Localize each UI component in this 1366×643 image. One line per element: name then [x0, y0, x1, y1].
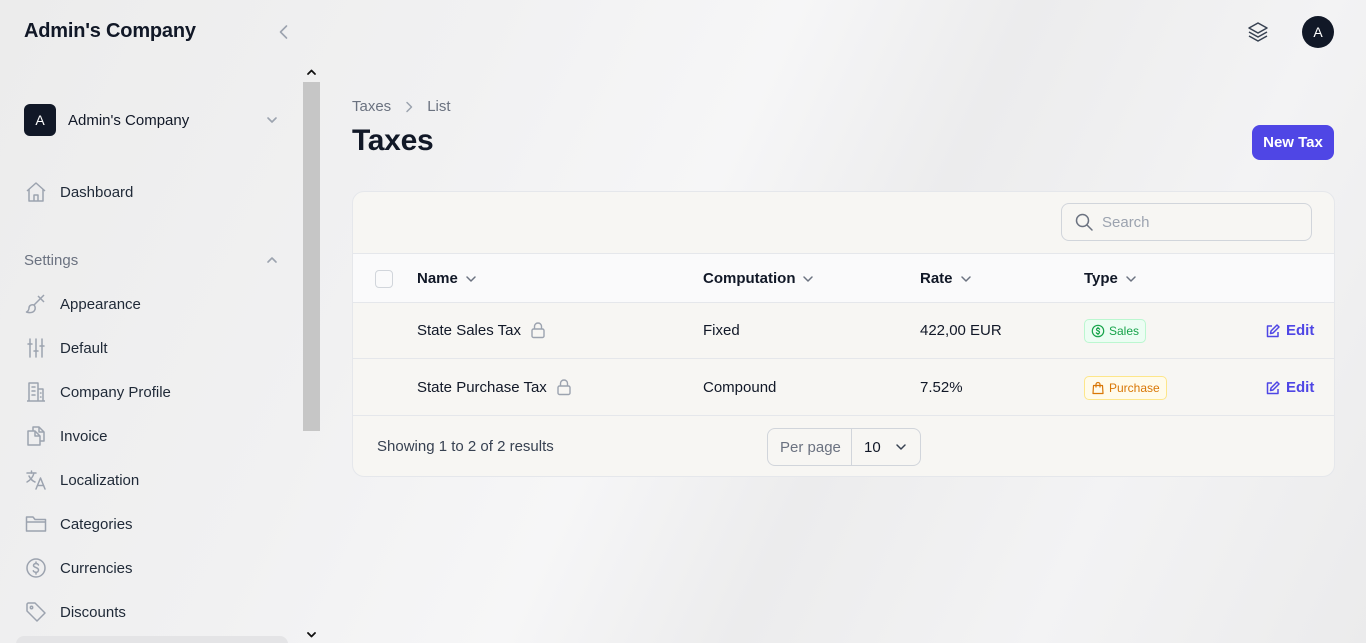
company-avatar: A — [24, 104, 56, 136]
status-badge: Purchase — [1084, 376, 1167, 400]
search-input[interactable] — [1102, 213, 1292, 231]
column-header-rate[interactable]: Rate — [920, 270, 973, 287]
column-header-label: Computation — [703, 270, 796, 287]
edit-button[interactable]: Edit — [1266, 379, 1314, 396]
taxes-table-card: Name Computation Rate Type State Sales T… — [352, 191, 1335, 477]
sidebar-item-default[interactable]: Default — [24, 330, 280, 366]
chevron-down-icon — [1124, 272, 1138, 286]
sliders-icon — [24, 336, 48, 360]
company-name: Admin's Company — [68, 111, 190, 129]
pencil-square-icon — [1266, 380, 1280, 395]
tax-name: State Sales Tax — [417, 321, 521, 339]
breadcrumb-current: List — [427, 98, 451, 115]
sidebar: A Admin's Company Dashboard Settings App… — [0, 64, 320, 643]
chevron-right-icon — [401, 99, 417, 115]
scroll-down-arrow-icon[interactable] — [303, 627, 320, 643]
sidebar-item-label: Invoice — [60, 427, 108, 445]
sidebar-item-label: Appearance — [60, 295, 141, 313]
column-header-computation[interactable]: Computation — [703, 270, 815, 287]
sidebar-item-currencies[interactable]: Currencies — [24, 550, 280, 586]
sidebar-item-categories[interactable]: Categories — [24, 506, 280, 542]
sidebar-scrollbar[interactable] — [303, 64, 320, 643]
sidebar-item-label: Discounts — [60, 603, 126, 621]
document-duplicate-icon — [24, 424, 48, 448]
sidebar-item-label: Company Profile — [60, 383, 171, 401]
pencil-square-icon — [1266, 323, 1280, 338]
per-page-value: 10 — [864, 438, 881, 456]
per-page-dropdown[interactable]: 10 — [852, 439, 920, 456]
column-header-label: Type — [1084, 270, 1118, 287]
sidebar-item-partial — [16, 636, 288, 643]
sidebar-item-appearance[interactable]: Appearance — [24, 286, 280, 322]
user-avatar[interactable]: A — [1302, 16, 1334, 48]
building-icon — [24, 380, 48, 404]
chevron-down-icon — [264, 112, 280, 128]
company-switcher[interactable]: A Admin's Company — [24, 104, 280, 136]
chevron-down-icon — [801, 272, 815, 286]
sidebar-item-label: Categories — [60, 515, 133, 533]
language-icon — [24, 468, 48, 492]
paintbrush-icon — [24, 292, 48, 316]
table-row[interactable]: State Sales Tax Fixed 422,00 EUR Sales E… — [353, 302, 1334, 359]
search-icon — [1074, 212, 1094, 232]
computation-cell: Compound — [703, 379, 777, 396]
home-icon — [24, 180, 48, 204]
collapse-sidebar-icon[interactable] — [274, 22, 294, 42]
table-header: Name Computation Rate Type — [353, 253, 1334, 303]
sidebar-item-label: Default — [60, 339, 108, 357]
page-title: Taxes — [352, 124, 434, 157]
layers-icon[interactable] — [1246, 20, 1270, 44]
tax-name-cell: State Purchase Tax — [417, 378, 573, 396]
sidebar-item-company-profile[interactable]: Company Profile — [24, 374, 280, 410]
sidebar-item-label: Dashboard — [60, 183, 134, 201]
sidebar-item-invoice[interactable]: Invoice — [24, 418, 280, 454]
chevron-down-icon — [959, 272, 973, 286]
sidebar-item-label: Currencies — [60, 559, 133, 577]
sidebar-item-label: Localization — [60, 471, 140, 489]
table-row[interactable]: State Purchase Tax Compound 7.52% Purcha… — [353, 359, 1334, 416]
badge-label: Sales — [1109, 324, 1140, 338]
column-header-label: Name — [417, 270, 458, 287]
sidebar-item-localization[interactable]: Localization — [24, 462, 280, 498]
badge-label: Purchase — [1109, 381, 1160, 395]
scrollbar-thumb[interactable] — [303, 82, 320, 431]
status-badge: Sales — [1084, 319, 1147, 343]
rate-cell: 7.52% — [920, 379, 963, 396]
sidebar-item-dashboard[interactable]: Dashboard — [24, 174, 280, 210]
edit-label: Edit — [1286, 379, 1315, 396]
column-header-label: Rate — [920, 270, 953, 287]
folder-icon — [24, 512, 48, 536]
chevron-down-icon — [464, 272, 478, 286]
settings-group-label: Settings — [24, 251, 79, 269]
breadcrumb-taxes-link[interactable]: Taxes — [352, 98, 391, 115]
column-header-name[interactable]: Name — [417, 270, 478, 287]
tax-name-cell: State Sales Tax — [417, 321, 547, 339]
currency-dollar-icon — [24, 556, 48, 580]
per-page-select: Per page 10 — [767, 428, 921, 466]
edit-button[interactable]: Edit — [1266, 322, 1314, 339]
chevron-up-icon — [264, 252, 280, 268]
settings-group-toggle[interactable]: Settings — [24, 244, 280, 276]
lock-icon — [555, 378, 573, 396]
breadcrumb: Taxes List — [352, 98, 451, 115]
tax-name: State Purchase Tax — [417, 378, 547, 396]
new-tax-button[interactable]: New Tax — [1252, 125, 1334, 160]
scroll-up-arrow-icon[interactable] — [303, 64, 320, 80]
lock-icon — [529, 321, 547, 339]
column-header-type[interactable]: Type — [1084, 270, 1138, 287]
search-field[interactable] — [1061, 203, 1312, 241]
rate-cell: 422,00 EUR — [920, 322, 1002, 339]
chevron-down-icon — [894, 440, 908, 454]
sidebar-item-discounts[interactable]: Discounts — [24, 594, 280, 630]
shopping-bag-icon — [1091, 381, 1105, 395]
pagination-summary: Showing 1 to 2 of 2 results — [377, 438, 554, 455]
tag-icon — [24, 600, 48, 624]
currency-dollar-icon — [1091, 324, 1105, 338]
brand-title: Admin's Company — [24, 20, 196, 42]
select-all-checkbox[interactable] — [375, 270, 393, 288]
per-page-label: Per page — [768, 429, 852, 465]
edit-label: Edit — [1286, 322, 1315, 339]
computation-cell: Fixed — [703, 322, 740, 339]
